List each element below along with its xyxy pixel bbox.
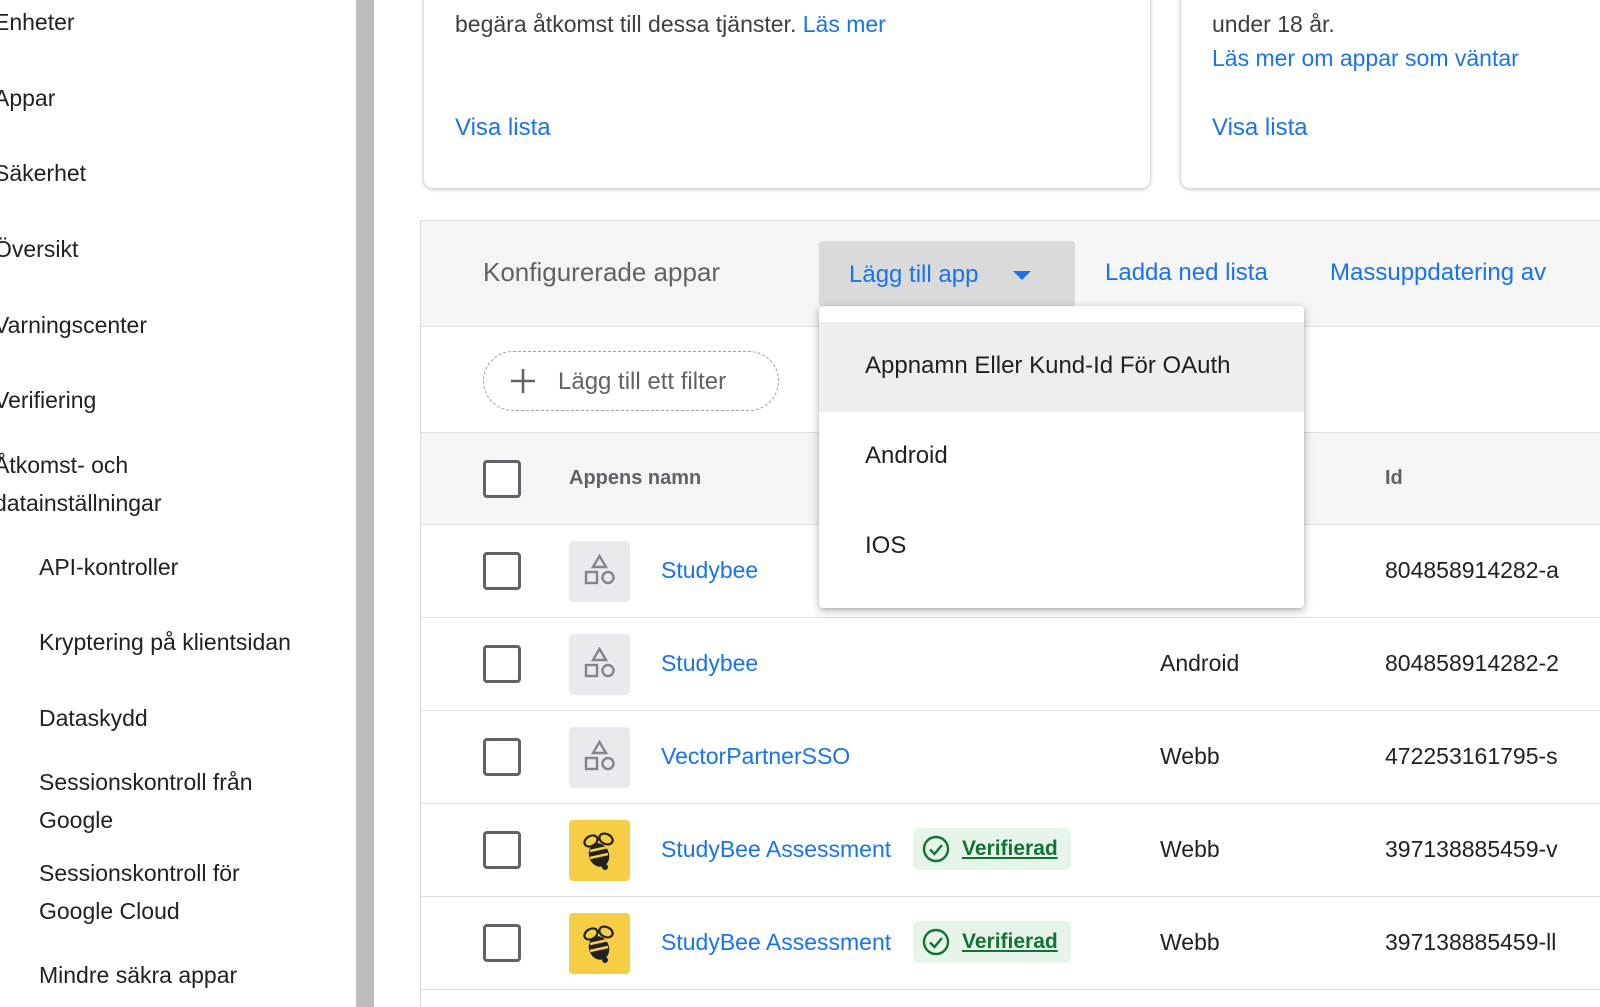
generic-app-icon	[569, 541, 630, 602]
nav-item-atkomst-och-datainstallningar[interactable]: Åtkomst- och datainställningar	[0, 446, 162, 522]
read-more-link[interactable]: Läs mer	[803, 11, 886, 37]
app-type: Webb	[1160, 929, 1220, 955]
menu-item-ios[interactable]: IOS	[819, 502, 1304, 592]
check-circle-icon	[922, 835, 950, 868]
caret-down-icon	[1013, 271, 1031, 280]
bee-icon	[569, 820, 630, 881]
card-text: under 18 år.	[1212, 11, 1335, 37]
app-id: 397138885459-ll	[1385, 929, 1557, 955]
info-card: begära åtkomst till dessa tjänster. Läs …	[423, 0, 1151, 189]
nav-item-varningscenter[interactable]: Varningscenter	[0, 306, 147, 344]
check-circle-icon	[922, 928, 950, 961]
generic-app-icon	[569, 727, 630, 788]
nav-item-oversikt[interactable]: Översikt	[0, 230, 78, 268]
nav-item-verifiering[interactable]: Verifiering	[0, 381, 96, 419]
app-name-link[interactable]: Studybee	[661, 650, 758, 677]
verified-link[interactable]: Verifierad	[962, 837, 1058, 861]
nav-item-sakerhet[interactable]: Säkerhet	[0, 154, 86, 192]
row-checkbox[interactable]	[483, 831, 521, 869]
nav-item-label-line1: Sessionskontroll för	[39, 860, 240, 886]
add-filter-label: Lägg till ett filter	[558, 368, 727, 395]
card-description: begära åtkomst till dessa tjänster. Läs …	[455, 8, 886, 40]
show-list-link[interactable]: Visa lista	[1212, 114, 1308, 142]
sidebar-scrollbar[interactable]	[356, 0, 374, 1007]
verified-link[interactable]: Verifierad	[962, 930, 1058, 954]
bulk-update-link[interactable]: Massuppdatering av	[1330, 259, 1546, 287]
bee-icon	[569, 913, 630, 974]
app-name-link[interactable]: StudyBee Assessment	[661, 929, 891, 956]
menu-item-label: Android	[865, 442, 948, 469]
app-id: 472253161795-s	[1385, 743, 1558, 769]
nav-item-label-line1: Åtkomst- och	[0, 452, 129, 478]
row-checkbox[interactable]	[483, 738, 521, 776]
nav-item-label-line2: Google Cloud	[39, 898, 180, 924]
download-list-link[interactable]: Ladda ned lista	[1105, 259, 1268, 287]
nav-item-sessionskontroll-cloud[interactable]: Sessionskontroll för Google Cloud	[39, 854, 240, 930]
nav-item-label-line2: Google	[39, 807, 114, 833]
table-row[interactable]: VectorPartnerSSO Webb 472253161795-s	[421, 711, 1600, 804]
app-name-link[interactable]: StudyBee Assessment	[661, 836, 891, 863]
panel-title: Konfigurerade appar	[483, 257, 721, 287]
nav-item-mindre-sakra-appar[interactable]: Mindre säkra appar	[39, 956, 237, 994]
select-all-checkbox[interactable]	[483, 460, 521, 498]
nav-item-sessionskontroll-google[interactable]: Sessionskontroll från Google	[39, 763, 253, 839]
column-header-id[interactable]: Id	[1385, 467, 1403, 490]
plus-icon	[508, 366, 538, 400]
app-type: Android	[1160, 650, 1240, 676]
row-checkbox[interactable]	[483, 924, 521, 962]
row-checkbox[interactable]	[483, 552, 521, 590]
sidebar: Enheter Appar Säkerhet Översikt Varnings…	[0, 0, 356, 1007]
add-app-button[interactable]: Lägg till app	[819, 241, 1075, 307]
menu-item-label: Appnamn Eller Kund-Id För OAuth	[865, 352, 1231, 379]
show-list-link[interactable]: Visa lista	[455, 114, 551, 142]
nav-item-label-line2: datainställningar	[0, 490, 162, 516]
table-row[interactable]: Studybee Android 804858914282-2	[421, 618, 1600, 711]
add-app-menu: Appnamn Eller Kund-Id För OAuth Android …	[819, 306, 1304, 608]
verified-badge: Verifierad	[913, 828, 1071, 870]
app-name-link[interactable]: Studybee	[661, 557, 758, 584]
menu-item-oauth[interactable]: Appnamn Eller Kund-Id För OAuth	[819, 322, 1304, 412]
verified-badge: Verifierad	[913, 921, 1071, 963]
menu-item-label: IOS	[865, 532, 907, 559]
nav-item-api-kontroller[interactable]: API-kontroller	[39, 548, 178, 586]
add-filter-button[interactable]: Lägg till ett filter	[483, 351, 779, 411]
info-card: under 18 år. Läs mer om appar som väntar…	[1180, 0, 1600, 189]
app-id: 804858914282-a	[1385, 557, 1559, 583]
nav-item-dataskydd[interactable]: Dataskydd	[39, 699, 148, 737]
generic-app-icon	[569, 634, 630, 695]
app-id: 397138885459-v	[1385, 836, 1558, 862]
table-row[interactable]: StudyBee Assessment Verifierad Webb 3971…	[421, 897, 1600, 990]
app-name-link[interactable]: VectorPartnerSSO	[661, 743, 850, 770]
add-app-label: Lägg till app	[849, 261, 979, 288]
nav-item-enheter[interactable]: Enheter	[0, 3, 75, 41]
read-more-link[interactable]: Läs mer om appar som väntar	[1212, 42, 1519, 74]
column-header-name[interactable]: Appens namn	[569, 467, 701, 490]
app-type: Webb	[1160, 743, 1220, 769]
menu-item-android[interactable]: Android	[819, 412, 1304, 502]
table-row[interactable]: StudyBee Assessment Verifierad Webb 3971…	[421, 804, 1600, 897]
row-checkbox[interactable]	[483, 645, 521, 683]
app-type: Webb	[1160, 836, 1220, 862]
app-id: 804858914282-2	[1385, 650, 1559, 676]
card-text: begära åtkomst till dessa tjänster.	[455, 11, 797, 37]
nav-item-label-line1: Sessionskontroll från	[39, 769, 253, 795]
nav-item-kryptering[interactable]: Kryptering på klientsidan	[39, 623, 291, 661]
nav-item-appar[interactable]: Appar	[0, 79, 55, 117]
